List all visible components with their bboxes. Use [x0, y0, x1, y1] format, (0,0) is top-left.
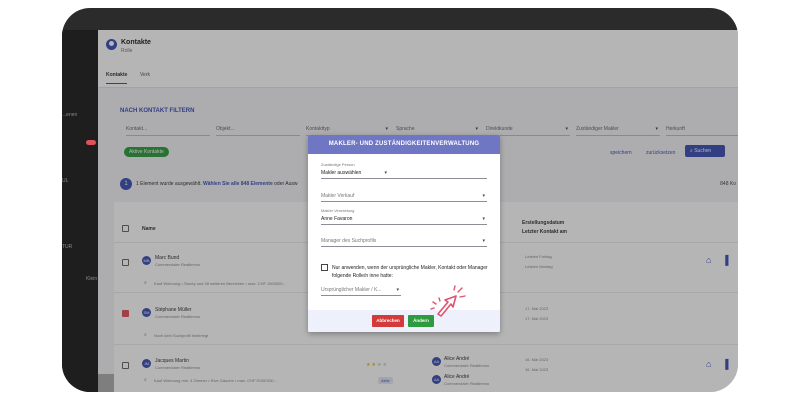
chevron-down-icon: ▾ — [482, 238, 485, 244]
sidebar-item-1[interactable]: ...enen — [62, 112, 77, 118]
original-broker-placeholder: Ursprünglicher Makler / K... — [321, 287, 382, 293]
sales-broker-placeholder: Makler Verkauf — [321, 193, 355, 199]
original-broker-select[interactable]: Ursprünglicher Makler / K... ▾ — [321, 285, 401, 296]
rental-broker-label: Makler Vermietung — [321, 208, 355, 213]
sidebar-item-4[interactable]: Klein — [86, 276, 97, 282]
responsible-person-select[interactable]: Zuständige Person Makler auswählen ▾ — [321, 162, 487, 179]
sidebar-item-2[interactable]: UL — [62, 178, 68, 184]
pointer-cursor-icon — [430, 285, 466, 317]
chevron-down-icon: ▾ — [482, 193, 485, 199]
chevron-down-icon: ▾ — [384, 170, 387, 176]
sidebar: ...enen UL TUR Klein — [62, 30, 98, 392]
chevron-down-icon: ▾ — [482, 216, 485, 222]
sidebar-badge — [86, 140, 96, 145]
dialog-title: MAKLER- UND ZUSTÄNDIGKEITENVERWALTUNG — [308, 135, 500, 154]
rental-broker-select[interactable]: Makler Vermietung Anne Favaron ▾ — [321, 208, 487, 225]
sales-broker-select[interactable]: Makler Verkauf ▾ — [321, 191, 487, 202]
rental-broker-value: Anne Favaron — [321, 216, 353, 222]
original-role-checkbox[interactable] — [321, 264, 328, 271]
sidebar-item-3[interactable]: TUR — [62, 244, 72, 250]
search-profile-manager-select[interactable]: Manager des Suchprofils ▾ — [321, 236, 487, 247]
original-role-text: Nur anwenden, wenn der ursprüngliche Mak… — [332, 265, 488, 279]
search-profile-manager-placeholder: Manager des Suchprofils — [321, 238, 377, 244]
cancel-button[interactable]: Abbrechen — [372, 315, 404, 327]
chevron-down-icon: ▾ — [396, 287, 399, 293]
responsible-person-label: Zuständige Person — [321, 162, 355, 167]
responsible-person-value: Makler auswählen — [321, 170, 362, 176]
